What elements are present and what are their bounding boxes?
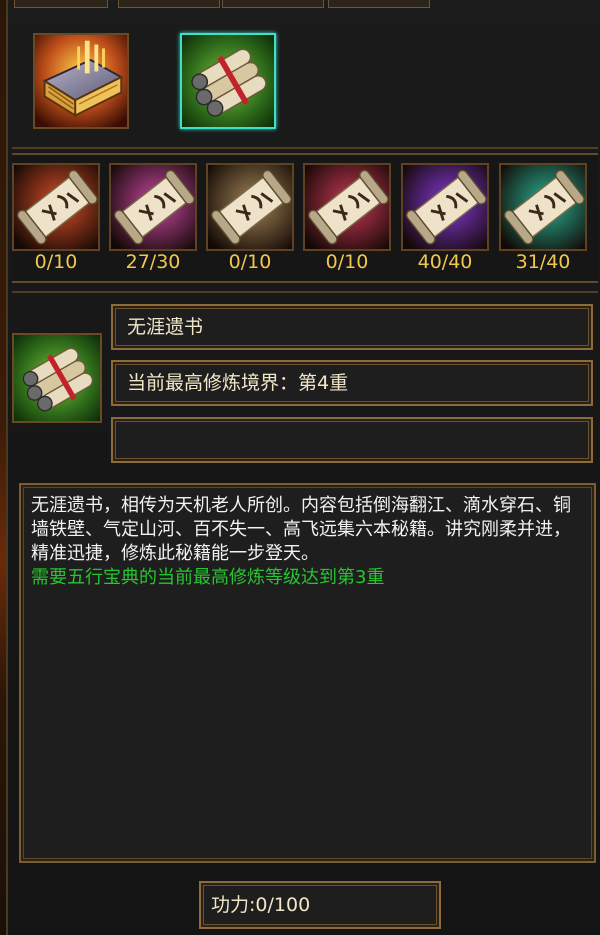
extra-field <box>111 417 593 463</box>
bronze-scroll-icon[interactable] <box>206 163 294 251</box>
scroll-count: 31/40 <box>515 251 571 273</box>
scroll-count: 0/10 <box>228 251 272 273</box>
left-frame-rail <box>0 0 8 935</box>
crimson-scroll-icon[interactable] <box>303 163 391 251</box>
selected-scroll-icon <box>12 333 102 423</box>
purple-scroll-icon[interactable] <box>401 163 489 251</box>
teal-scroll-icon[interactable] <box>499 163 587 251</box>
power-field: 功力:0/100 <box>199 881 441 929</box>
scroll-cultivation-panel: 0/10 27/30 0/10 0/10 40/40 31/40 无涯遗书 当前最高修炼境… <box>0 0 600 935</box>
scroll-count: 27/30 <box>125 251 181 273</box>
top-tab-2[interactable] <box>118 0 220 8</box>
top-divider <box>12 147 598 149</box>
scroll-count: 0/10 <box>34 251 78 273</box>
realm-field: 当前最高修炼境界：第4重 <box>111 360 593 406</box>
top-tab-3[interactable] <box>222 0 324 8</box>
red-scroll-icon[interactable] <box>12 163 100 251</box>
scroll-count: 40/40 <box>417 251 473 273</box>
pink-scroll-icon[interactable] <box>109 163 197 251</box>
description-text: 无涯遗书，相传为天机老人所创。内容包括倒海翻江、滴水穿石、铜墙铁壁、气定山河、百… <box>31 495 571 564</box>
golden-tome-icon[interactable] <box>33 33 129 129</box>
item-name-field: 无涯遗书 <box>111 304 593 350</box>
middle-divider <box>12 291 598 293</box>
top-tab-1[interactable] <box>14 0 108 8</box>
bundled-scrolls-icon[interactable] <box>180 33 276 129</box>
requirement-text: 需要五行宝典的当前最高修炼等级达到第3重 <box>31 567 385 588</box>
scroll-count: 0/10 <box>325 251 369 273</box>
description-box: 无涯遗书，相传为天机老人所创。内容包括倒海翻江、滴水穿石、铜墙铁壁、气定山河、百… <box>19 483 596 863</box>
top-tab-4[interactable] <box>328 0 430 8</box>
